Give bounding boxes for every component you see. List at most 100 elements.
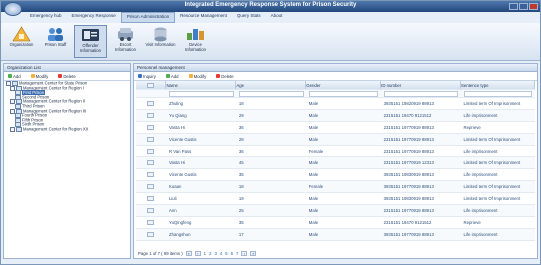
menu-prison-administration[interactable]: Prison Administration (120, 12, 176, 23)
table-row[interactable]: YuQingfeng 35 Male 2315151 19470 9121512 Rep… (136, 216, 535, 229)
add-icon (8, 74, 12, 78)
cell-name: Ann (165, 204, 236, 217)
page-number-link[interactable]: 5 (225, 251, 227, 256)
tree-node[interactable]: Management Center for Region XX (6, 127, 132, 132)
gender-filter-select[interactable] (308, 90, 379, 97)
table-row[interactable]: Liuli 19 Male 3935151 19830919 88913 Limited… (136, 192, 535, 206)
cell-sentence-type: Limited term Of Imprisonment (460, 156, 535, 170)
table-row[interactable]: Yu Qiang 29 Male 2315151 19470 9121512 Life … (136, 109, 535, 122)
row-checkbox[interactable] (147, 172, 155, 178)
close-button[interactable] (529, 3, 538, 10)
org-modify-button[interactable]: Modify (30, 74, 48, 79)
table-row[interactable]: R Van Pass 36 Female 2315151 19770919 88913… (136, 145, 535, 158)
column-header-id-number[interactable]: ID number (380, 81, 462, 90)
row-checkbox[interactable] (147, 207, 155, 213)
column-header-name[interactable]: Name (165, 81, 237, 90)
cell-id-number: 2315151 19470 9121512 (380, 109, 461, 122)
cell-age: 35 (235, 216, 306, 229)
cell-id-number: 2315151 19470 9121512 (380, 216, 461, 229)
sentence-filter-select[interactable] (463, 90, 533, 97)
delete-button[interactable]: Delete (216, 74, 234, 79)
org-delete-button[interactable]: Delete (58, 74, 76, 79)
table-row[interactable]: Vicente Gustis 28 Male 2315151 19770919 889… (136, 133, 535, 146)
row-checkbox[interactable] (147, 184, 155, 190)
column-header-age[interactable]: Age (235, 81, 307, 90)
title-bar: Integrated Emergency Response System for… (1, 1, 540, 12)
app-title: Integrated Emergency Response System for… (184, 2, 357, 8)
last-page-button[interactable]: » (250, 251, 257, 256)
menu-resource-management[interactable]: Resource Management (175, 12, 232, 23)
delete-icon (58, 74, 63, 78)
table-row[interactable]: Zhangshun 17 Male 3935151 19770919 88913 Lif… (136, 228, 535, 241)
add-button[interactable]: Add (165, 74, 179, 79)
row-checkbox[interactable] (147, 148, 155, 154)
id-filter-input[interactable] (383, 90, 458, 97)
cell-age: 29 (235, 109, 306, 122)
modify-button[interactable]: Modify (188, 74, 206, 79)
app-logo-icon (4, 2, 22, 16)
next-page-button[interactable]: › (241, 251, 248, 256)
delete-icon (216, 74, 221, 78)
row-checkbox[interactable] (147, 136, 155, 142)
ribbon-escort-information-button[interactable]: Escort Information (109, 25, 142, 58)
ribbon-device-information-button[interactable]: Device Information (179, 25, 212, 58)
row-checkbox[interactable] (147, 219, 155, 225)
column-header-sentence-type[interactable]: Sentence type (460, 81, 535, 90)
prev-page-button[interactable]: ‹ (194, 251, 201, 256)
cell-name: YuQingfeng (165, 216, 236, 229)
ribbon-organization-button[interactable]: Organization (5, 25, 38, 58)
cell-name: Liuli (165, 192, 236, 206)
expand-icon (10, 126, 15, 132)
org-add-button[interactable]: Add (8, 74, 21, 79)
menu-emergency-hub[interactable]: Emergency hub (25, 12, 67, 23)
table-row[interactable]: Kuaan 18 Female 3935151 19770919 88913 Limit… (136, 180, 535, 194)
visit-icon (151, 26, 170, 42)
cell-sentence-type: Life imprisonment (460, 109, 535, 122)
ribbon-offender-information-button[interactable]: Offender Information (74, 25, 107, 58)
cell-gender: Male (305, 156, 381, 170)
page-number-link[interactable]: 3 (214, 251, 216, 256)
cell-gender: Male (305, 133, 381, 146)
row-checkbox[interactable] (147, 231, 155, 237)
personnel-toolbar: Inquiry Add Modify Delete (134, 72, 537, 81)
cell-id-number: 2315151 19770919 88913 (380, 145, 461, 158)
page-number-link[interactable]: 1 (204, 251, 206, 256)
maximize-button[interactable] (519, 3, 528, 10)
cell-gender: Female (305, 145, 381, 158)
cell-name: Vicente Gustis (165, 133, 236, 146)
table-row[interactable]: Vasta Hi 45 Male 2315151 19770919 12313 Limi… (136, 156, 535, 170)
row-checkbox[interactable] (147, 112, 155, 118)
cell-id-number: 3935151 19830919 88913 (380, 168, 461, 182)
table-row[interactable]: Ann 25 Male 2315151 19770919 88913 Life impr… (136, 204, 535, 217)
page-number-link[interactable]: 2 (209, 251, 211, 256)
row-checkbox[interactable] (147, 160, 155, 166)
page-number-link[interactable]: 4 (220, 251, 222, 256)
cell-sentence-type: Reprieve (460, 121, 535, 134)
row-checkbox[interactable] (147, 124, 155, 130)
table-row[interactable]: Vasta Hi 36 Male 2315151 19770919 88913 Repr… (136, 121, 535, 134)
row-checkbox[interactable] (147, 100, 155, 106)
table-row[interactable]: Zhuling 18 Male 3935151 19820919 88913 Limit… (136, 97, 535, 110)
select-all-header[interactable] (136, 81, 167, 90)
page-number-link[interactable]: 7 (236, 251, 238, 256)
first-page-button[interactable]: « (185, 251, 192, 256)
minimize-button[interactable] (509, 3, 518, 10)
ribbon-prison-staff-button[interactable]: Prison Staff (39, 25, 72, 58)
filter-row (136, 89, 535, 98)
name-filter-input[interactable] (168, 90, 234, 97)
cell-sentence-type: Reprieve (460, 216, 535, 229)
row-checkbox[interactable] (147, 196, 155, 202)
cell-age: 36 (235, 121, 306, 134)
inquiry-button[interactable]: Inquiry (138, 74, 156, 79)
menu-query-stats[interactable]: Query Stats (232, 12, 266, 23)
cell-name: Vasta Hi (165, 156, 236, 170)
table-row[interactable]: Vicente Gustis 35 Male 3935151 19830919 889… (136, 168, 535, 182)
cell-sentence-type: Life imprisonment (460, 168, 535, 182)
menu-emergency-response[interactable]: Emergency Response (67, 12, 121, 23)
menu-about[interactable]: About (266, 12, 288, 23)
ribbon-visit-information-button[interactable]: Visit Information (144, 25, 177, 58)
age-filter-input[interactable] (238, 90, 304, 97)
page-number-link[interactable]: 6 (231, 251, 233, 256)
column-header-gender[interactable]: Gender (305, 81, 382, 90)
cell-age: 17 (235, 228, 306, 241)
